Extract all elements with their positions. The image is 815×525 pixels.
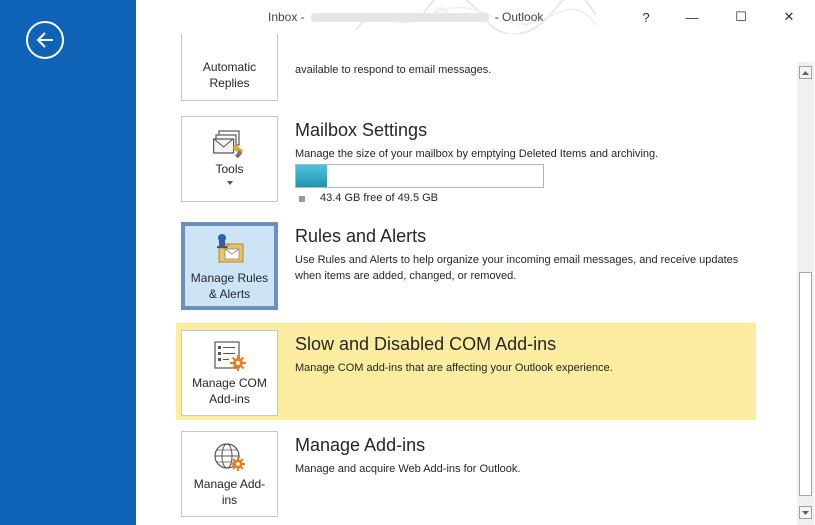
rules-alerts-description: Use Rules and Alerts to help organize yo…	[295, 254, 739, 282]
mailbox-settings-description: Manage the size of your mailbox by empty…	[295, 148, 659, 160]
manage-addins-label-line2: ins	[221, 493, 238, 507]
manage-com-label-line2: Add-ins	[209, 392, 250, 406]
automatic-replies-label-line1: Automatic	[202, 60, 257, 74]
account-info-content: Automatic Replies available to respond t…	[136, 34, 797, 525]
back-arrow-icon	[36, 32, 53, 48]
web-addins-icon	[213, 443, 245, 471]
com-addins-description: Manage COM add-ins that are affecting yo…	[295, 362, 613, 374]
back-button[interactable]	[26, 21, 64, 59]
rules-alerts-icon	[216, 234, 243, 263]
scroll-down-button[interactable]	[799, 506, 812, 519]
manage-com-addins-button[interactable]: Manage COM Add-ins	[181, 330, 278, 416]
chevron-down-icon	[802, 510, 809, 515]
scroll-up-button[interactable]	[799, 66, 812, 79]
manage-addins-button[interactable]: Manage Add- ins	[181, 431, 278, 517]
window-title-prefix: Inbox -	[268, 10, 305, 24]
tools-button[interactable]: Tools	[181, 116, 278, 202]
mailbox-free-space-text: 43.4 GB free of 49.5 GB	[320, 192, 439, 204]
window-title-suffix: - Outlook	[494, 10, 544, 24]
minimize-button[interactable]: —	[669, 0, 715, 34]
manage-addins-title: Manage Add-ins	[295, 435, 426, 455]
window-title: Inbox - - Outlook	[268, 10, 543, 24]
mailbox-usage-fill	[296, 165, 327, 187]
vertical-scrollbar[interactable]	[797, 62, 814, 525]
tools-label: Tools	[215, 162, 244, 176]
com-addins-icon	[213, 341, 246, 371]
restore-button[interactable]: ☐	[718, 0, 764, 34]
close-button[interactable]: ✕	[766, 0, 812, 34]
manage-rules-label-line1: Manage Rules	[190, 271, 269, 285]
automatic-replies-label-line2: Replies	[209, 76, 250, 90]
mailbox-settings-title: Mailbox Settings	[295, 120, 428, 140]
chevron-up-icon	[802, 70, 809, 75]
manage-com-label-line1: Manage COM	[192, 376, 267, 390]
com-addins-title: Slow and Disabled COM Add-ins	[295, 334, 557, 354]
redacted-account	[310, 13, 489, 23]
rules-alerts-title: Rules and Alerts	[295, 226, 427, 246]
manage-addins-label-line1: Manage Add-	[193, 477, 266, 491]
manage-addins-description: Manage and acquire Web Add-ins for Outlo…	[295, 463, 521, 475]
manage-rules-label-line2: & Alerts	[208, 287, 251, 301]
mailbox-usage-bar	[295, 164, 544, 188]
manage-rules-alerts-button[interactable]: Manage Rules & Alerts	[181, 222, 278, 310]
title-bar: Inbox - - Outlook ? — ☐ ✕	[136, 0, 815, 34]
help-button[interactable]: ?	[623, 0, 669, 34]
mailbox-tools-icon	[212, 130, 243, 159]
scroll-thumb[interactable]	[799, 272, 812, 496]
automatic-replies-button[interactable]: Automatic Replies	[181, 34, 278, 101]
backstage-sidebar	[0, 0, 136, 525]
usage-legend-swatch	[299, 196, 305, 202]
chevron-down-icon	[227, 181, 233, 185]
automatic-replies-description: available to respond to email messages.	[295, 64, 492, 76]
